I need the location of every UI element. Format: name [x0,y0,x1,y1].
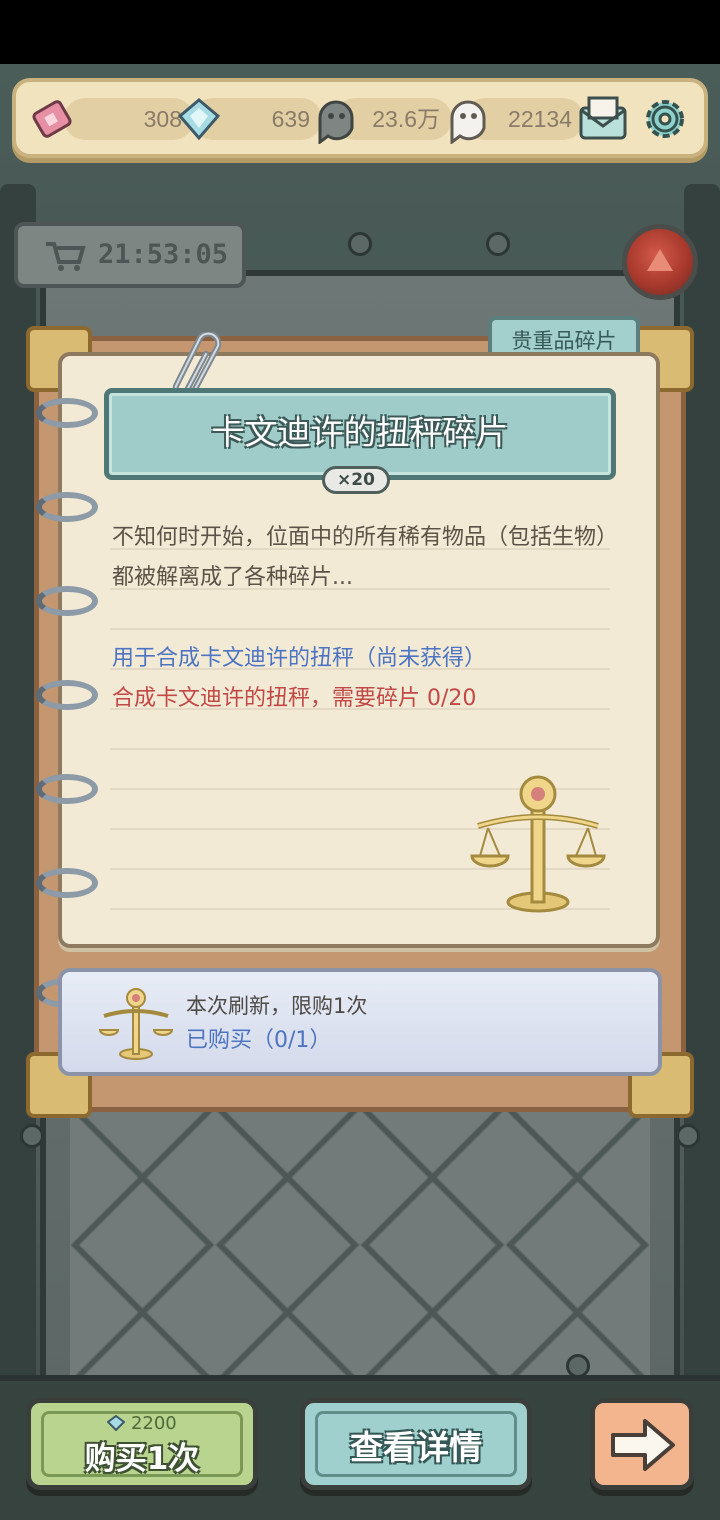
binder-ring [36,492,98,522]
triangle-up-icon [647,249,673,271]
machine-floor [70,1110,650,1380]
purchase-limit-text: 本次刷新，限购1次 [186,994,368,1018]
diamond-icon [106,1414,126,1432]
status-bar [0,0,720,64]
binder-ring [36,680,98,710]
item-usage: 用于合成卡文迪许的扭秤（尚未获得） [112,646,487,671]
mail-icon[interactable] [576,94,630,144]
gray-ghost-value: 23.6万 [372,106,440,132]
refresh-timer: 21:53:05 [14,222,246,288]
view-details-button[interactable]: 查看详情 [300,1398,532,1490]
red-alarm-button[interactable] [622,224,698,300]
torsion-balance-image [470,775,606,913]
diamond-icon [177,98,221,141]
arrow-right-icon [611,1419,675,1471]
purchased-count-text: 已购买（0/1） [186,1028,332,1053]
diamond-value: 639 [271,106,310,132]
timer-value: 21:53:05 [98,239,229,270]
cart-icon [46,242,86,271]
buy-price-value: 2200 [130,1413,177,1434]
bolt [486,232,510,256]
ticket-icon [32,100,72,138]
item-quantity: ×20 [322,466,390,494]
item-description: 不知何时开始，位面中的所有稀有物品（包括生物）都被解离成了各种碎片... [112,525,608,590]
white-ghost-icon [450,100,486,144]
binder-ring [36,868,98,898]
gear-icon[interactable] [638,94,692,144]
bolt [348,232,372,256]
binder-ring [36,774,98,804]
torsion-balance-thumbnail [98,988,174,1060]
binder-ring [36,398,98,428]
item-requirement: 合成卡文迪许的扭秤，需要碎片 0/20 [112,686,477,711]
bolt [20,1124,44,1148]
resource-group: 308 639 23.6万 22134 [32,96,584,144]
buy-price: 2200 [31,1413,253,1434]
resource-bar: 308 639 23.6万 22134 [12,78,708,158]
buy-once-button[interactable]: 2200 购买1次 [26,1398,258,1490]
gray-ghost-icon [318,100,354,144]
binder-ring [36,586,98,616]
bolt [676,1124,700,1148]
white-ghost-value: 22134 [508,106,572,132]
next-button[interactable] [590,1398,694,1490]
details-label: 查看详情 [350,1428,482,1467]
buy-label: 购买1次 [84,1441,200,1477]
